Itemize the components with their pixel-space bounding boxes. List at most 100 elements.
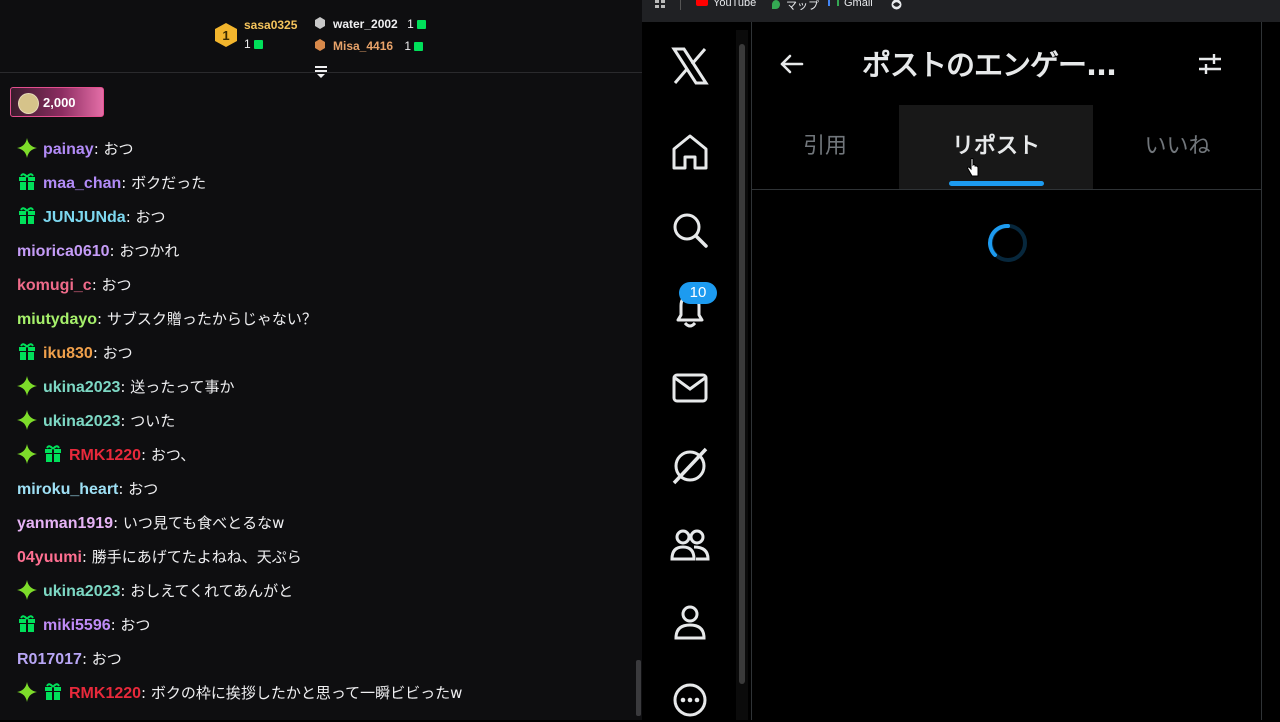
youtube-icon <box>696 0 708 6</box>
bookmarks-bar: YouTube マップ Gmail <box>642 0 1280 23</box>
leaderboard-entry-3[interactable]: Misa_4416 1 <box>333 39 424 53</box>
chat-message-text: : おつ、 <box>141 446 196 464</box>
chat-username[interactable]: yanman1919 <box>17 515 113 532</box>
bookmark-youtube[interactable]: YouTube <box>696 0 756 9</box>
chat-username[interactable]: komugi_c <box>17 277 92 294</box>
chat-username[interactable]: painay <box>43 141 94 158</box>
leaderboard-entry-1[interactable]: sasa0325 <box>244 18 297 32</box>
avatar <box>18 93 39 114</box>
chat-message: miutydayo: サブスク贈ったからじゃない？ <box>17 307 317 331</box>
gift-icon[interactable] <box>43 682 63 702</box>
chat-message: ukina2023: おしえてくれてあんがと <box>17 579 293 603</box>
engagement-page: ポストのエンゲー... 引用 リポスト いいね <box>751 22 1262 720</box>
notification-count-badge: 10 <box>679 282 717 304</box>
more-icon[interactable] <box>668 678 712 722</box>
chat-message: JUNJUNda: おつ <box>17 205 166 229</box>
grok-icon[interactable] <box>668 444 712 488</box>
rank-3-badge-icon <box>315 39 325 51</box>
chat-username[interactable]: R017017 <box>17 651 82 668</box>
chat-message-text: : おしえてくれてあんがと <box>120 582 294 600</box>
sparkle-icon[interactable] <box>17 580 37 600</box>
tab-likes[interactable]: いいね <box>1094 105 1261 189</box>
chat-message: RMK1220: おつ、 <box>17 443 195 467</box>
chat-username[interactable]: ukina2023 <box>43 583 120 600</box>
leaderboard-name: water_2002 <box>333 17 398 31</box>
chat-message-text: : おつ <box>110 616 151 634</box>
gift-icon[interactable] <box>17 342 37 362</box>
mail-icon[interactable] <box>668 366 712 410</box>
back-arrow-icon[interactable] <box>778 50 806 78</box>
communities-icon[interactable] <box>668 522 712 566</box>
filter-settings-icon[interactable] <box>1196 50 1224 78</box>
sparkle-icon[interactable] <box>17 444 37 464</box>
chat-username[interactable]: miroku_heart <box>17 481 118 498</box>
chat-message-text: : ついた <box>120 412 176 430</box>
page-title: ポストのエンゲー... <box>862 48 1117 82</box>
active-tab-indicator <box>949 181 1044 186</box>
chat-message-text: : ボクの枠に挨拶したかと思って一瞬ビビったw <box>141 684 463 702</box>
chat-username[interactable]: miki5596 <box>43 617 111 634</box>
chat-message-text: : 勝手にあげてたよねね、天ぷら <box>81 548 302 566</box>
leaderboard-entry-2[interactable]: water_2002 1 <box>333 17 426 31</box>
chat-message: iku830: おつ <box>17 341 133 365</box>
chat-message-text: : おつ <box>91 276 132 294</box>
chat-message: RMK1220: ボクの枠に挨拶したかと思って一瞬ビビったw <box>17 681 462 705</box>
collapse-leaderboard-icon[interactable] <box>313 64 329 78</box>
chat-message-text: : おつ <box>118 480 159 498</box>
chat-message: painay: おつ <box>17 137 134 161</box>
chat-message-text: : おつかれ <box>109 242 180 260</box>
chat-username[interactable]: RMK1220 <box>69 447 141 464</box>
apps-grid-icon[interactable] <box>655 0 666 9</box>
sparkle-icon[interactable] <box>17 682 37 702</box>
svg-text:1: 1 <box>222 28 229 43</box>
chat-message: miorica0610: おつかれ <box>17 239 179 263</box>
chat-username[interactable]: maa_chan <box>43 175 121 192</box>
loading-spinner-icon <box>988 223 1027 262</box>
scrollbar-thumb[interactable] <box>739 44 745 684</box>
sidebar-scrollbar[interactable] <box>736 30 748 720</box>
gift-icon <box>414 42 424 51</box>
chat-message-text: : いつ見ても食べとるなw <box>113 514 285 532</box>
gift-icon[interactable] <box>43 444 63 464</box>
tab-reposts[interactable]: リポスト <box>899 105 1093 189</box>
gift-icon[interactable] <box>17 614 37 634</box>
chat-message: komugi_c: おつ <box>17 273 132 297</box>
chat-username[interactable]: JUNJUNda <box>43 209 126 226</box>
x-app: 10 ポストのエンゲー... 引用 リポスト いいね <box>642 22 1280 720</box>
chat-username[interactable]: ukina2023 <box>43 379 120 396</box>
x-sidebar-nav: 10 <box>642 22 736 720</box>
sparkle-icon[interactable] <box>17 410 37 430</box>
globe-icon[interactable] <box>890 0 903 10</box>
chat-username[interactable]: miorica0610 <box>17 243 110 260</box>
profile-icon[interactable] <box>668 600 712 644</box>
chat-message: yanman1919: いつ見ても食べとるなw <box>17 511 284 535</box>
x-logo-icon[interactable] <box>668 44 712 88</box>
chat-username[interactable]: iku830 <box>43 345 93 362</box>
chat-username[interactable]: ukina2023 <box>43 413 120 430</box>
gift-icon[interactable] <box>17 206 37 226</box>
sparkle-icon[interactable] <box>17 138 37 158</box>
chat-message-text: : おつ <box>92 344 133 362</box>
chat-username[interactable]: RMK1220 <box>69 685 141 702</box>
leaderboard-name: sasa0325 <box>244 18 298 32</box>
pinned-cheer[interactable]: 2,000 <box>10 87 104 117</box>
chat-scrollbar[interactable] <box>636 660 641 716</box>
chat-message-text: : 送ったって事か <box>120 378 235 396</box>
chat-message-text: : おつ <box>81 650 122 668</box>
home-icon[interactable] <box>668 130 712 174</box>
cheer-amount: 2,000 <box>43 95 76 110</box>
bookmark-gmail[interactable]: Gmail <box>828 0 873 9</box>
gift-icon[interactable] <box>17 172 37 192</box>
gift-icon <box>253 40 263 49</box>
chat-message: R017017: おつ <box>17 647 122 671</box>
search-icon[interactable] <box>668 208 712 252</box>
sparkle-icon[interactable] <box>17 376 37 396</box>
tab-quotes[interactable]: 引用 <box>752 105 898 189</box>
bookmark-maps[interactable]: マップ <box>772 0 819 13</box>
gift-icon <box>416 20 426 29</box>
chat-username[interactable]: 04yuumi <box>17 549 82 566</box>
chat-message-text: : ボクだった <box>121 174 207 192</box>
browser-window: YouTube マップ Gmail 10 ポストのエンゲー... 引用 リポスト… <box>642 0 1280 720</box>
chat-username[interactable]: miutydayo <box>17 311 97 328</box>
leaderboard-name: Misa_4416 <box>333 39 394 53</box>
